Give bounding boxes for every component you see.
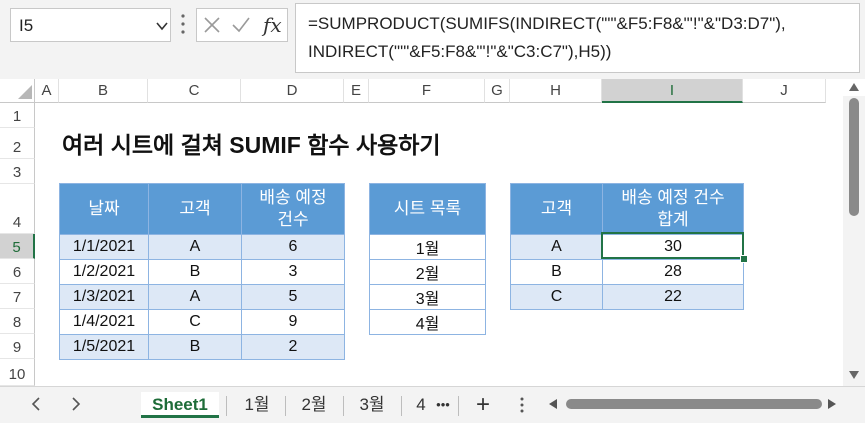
scroll-up-icon[interactable] bbox=[848, 82, 860, 92]
table-header-customer[interactable]: 고객 bbox=[148, 183, 242, 235]
cell-date[interactable]: 1/1/2021 bbox=[59, 234, 149, 260]
cancel-icon[interactable] bbox=[203, 16, 221, 34]
cell-sheet-name[interactable]: 2월 bbox=[369, 259, 486, 285]
formula-buttons: fx bbox=[196, 8, 288, 42]
column-header-c[interactable]: C bbox=[148, 79, 241, 103]
tab-divider bbox=[226, 396, 227, 416]
vertical-scroll-thumb[interactable] bbox=[849, 98, 859, 216]
column-header-j[interactable]: J bbox=[743, 79, 826, 103]
table-row: 3월 bbox=[369, 284, 486, 310]
insert-function-button[interactable]: fx bbox=[263, 13, 282, 37]
formula-input[interactable]: =SUMPRODUCT(SUMIFS(INDIRECT("'"&F5:F8&"'… bbox=[295, 3, 860, 73]
hscroll-left-icon[interactable] bbox=[548, 398, 558, 410]
cell-total[interactable]: 22 bbox=[602, 284, 744, 310]
hscroll-right-icon[interactable] bbox=[827, 398, 837, 410]
select-all-icon bbox=[18, 85, 32, 99]
enter-icon[interactable] bbox=[231, 16, 251, 34]
table-header-deliveries[interactable]: 배송 예정 건수 bbox=[241, 183, 345, 235]
column-header-i[interactable]: I bbox=[602, 79, 743, 103]
table-header-total-deliveries[interactable]: 배송 예정 건수 합계 bbox=[602, 183, 744, 235]
table-row: 1월 bbox=[369, 234, 486, 260]
cell-date[interactable]: 1/3/2021 bbox=[59, 284, 149, 310]
sheet-list-table: 시트 목록 1월 2월 3월 4월 bbox=[369, 183, 486, 335]
table-row: 1/3/2021 A 5 bbox=[59, 284, 345, 310]
fill-handle[interactable] bbox=[740, 255, 748, 263]
cell-customer[interactable]: C bbox=[510, 284, 603, 310]
cell-sheet-name[interactable]: 4월 bbox=[369, 309, 486, 335]
cell-sheet-name[interactable]: 3월 bbox=[369, 284, 486, 310]
add-sheet-button[interactable]: + bbox=[470, 392, 496, 418]
sheet-tab-feb[interactable]: 2월 bbox=[290, 392, 338, 418]
column-header-e[interactable]: E bbox=[344, 79, 369, 103]
cell-deliveries[interactable]: 5 bbox=[241, 284, 345, 310]
cell-date[interactable]: 1/4/2021 bbox=[59, 309, 149, 335]
sheet-tab-jan[interactable]: 1월 bbox=[233, 392, 281, 418]
sheet-title[interactable]: 여러 시트에 걸쳐 SUMIF 함수 사용하기 bbox=[62, 126, 441, 160]
table-row: C 22 bbox=[510, 284, 744, 310]
table-row: 1/2/2021 B 3 bbox=[59, 259, 345, 285]
sheet-tab-mar[interactable]: 3월 bbox=[348, 392, 396, 418]
cell-date[interactable]: 1/5/2021 bbox=[59, 334, 149, 360]
tab-divider bbox=[401, 396, 402, 416]
scroll-down-icon[interactable] bbox=[848, 370, 860, 380]
row-header-10[interactable]: 10 bbox=[0, 359, 35, 386]
selected-cell-outline[interactable] bbox=[601, 232, 744, 259]
row-header-3[interactable]: 3 bbox=[0, 159, 35, 184]
cell-deliveries[interactable]: 9 bbox=[241, 309, 345, 335]
more-tabs-button[interactable]: ••• bbox=[430, 392, 456, 418]
row-header-1[interactable]: 1 bbox=[0, 103, 35, 128]
row-header-7[interactable]: 7 bbox=[0, 284, 35, 309]
column-header-b[interactable]: B bbox=[59, 79, 148, 103]
formula-text: =SUMPRODUCT(SUMIFS(INDIRECT("'"&F5:F8&"'… bbox=[308, 14, 786, 61]
more-options-icon[interactable] bbox=[520, 397, 524, 413]
name-box-value: I5 bbox=[19, 16, 34, 35]
column-header-g[interactable]: G bbox=[485, 79, 510, 103]
row-header-6[interactable]: 6 bbox=[0, 259, 35, 284]
table-header-sheet-list[interactable]: 시트 목록 bbox=[369, 183, 486, 235]
scroll-tabs-right-icon[interactable] bbox=[70, 397, 82, 411]
scroll-tabs-left-icon[interactable] bbox=[30, 397, 42, 411]
cell-sheet-name[interactable]: 1월 bbox=[369, 234, 486, 260]
table-row: 2월 bbox=[369, 259, 486, 285]
cell-customer[interactable]: A bbox=[510, 234, 603, 260]
row-header-9[interactable]: 9 bbox=[0, 334, 35, 359]
table-header-customer[interactable]: 고객 bbox=[510, 183, 603, 235]
cell-customer[interactable]: B bbox=[148, 334, 242, 360]
cell-deliveries[interactable]: 2 bbox=[241, 334, 345, 360]
more-options-icon[interactable] bbox=[181, 13, 185, 35]
cell-deliveries[interactable]: 6 bbox=[241, 234, 345, 260]
column-header-f[interactable]: F bbox=[369, 79, 485, 103]
cell-total[interactable]: 28 bbox=[602, 259, 744, 285]
cell-customer[interactable]: B bbox=[148, 259, 242, 285]
column-header-d[interactable]: D bbox=[241, 79, 344, 103]
cell-customer[interactable]: A bbox=[148, 284, 242, 310]
chevron-down-icon[interactable] bbox=[156, 21, 168, 31]
table-row: 4월 bbox=[369, 309, 486, 335]
select-all-corner[interactable] bbox=[0, 79, 35, 103]
table-header-date[interactable]: 날짜 bbox=[59, 183, 149, 235]
tab-divider bbox=[285, 396, 286, 416]
table-row: 1/5/2021 B 2 bbox=[59, 334, 345, 360]
horizontal-scroll-thumb[interactable] bbox=[566, 399, 822, 409]
column-header-h[interactable]: H bbox=[510, 79, 602, 103]
name-box[interactable]: I5 bbox=[10, 8, 171, 42]
cell-customer[interactable]: C bbox=[148, 309, 242, 335]
sheet-tab-apr[interactable]: 4 bbox=[410, 392, 432, 418]
column-header-a[interactable]: A bbox=[35, 79, 59, 103]
cell-date[interactable]: 1/2/2021 bbox=[59, 259, 149, 285]
tab-divider bbox=[343, 396, 344, 416]
row-header-5[interactable]: 5 bbox=[0, 234, 35, 259]
table-row: 1/4/2021 C 9 bbox=[59, 309, 345, 335]
table-row: 1/1/2021 A 6 bbox=[59, 234, 345, 260]
cell-customer[interactable]: A bbox=[148, 234, 242, 260]
cell-deliveries[interactable]: 3 bbox=[241, 259, 345, 285]
row-header-4[interactable]: 4 bbox=[0, 184, 35, 234]
tab-divider bbox=[458, 396, 459, 416]
row-header-2[interactable]: 2 bbox=[0, 128, 35, 159]
row-header-8[interactable]: 8 bbox=[0, 309, 35, 334]
sheet-tab-sheet1[interactable]: Sheet1 bbox=[141, 392, 219, 418]
cell-customer[interactable]: B bbox=[510, 259, 603, 285]
delivery-table: 날짜 고객 배송 예정 건수 1/1/2021 A 6 1/2/2021 B 3… bbox=[59, 183, 345, 360]
table-row: B 28 bbox=[510, 259, 744, 285]
